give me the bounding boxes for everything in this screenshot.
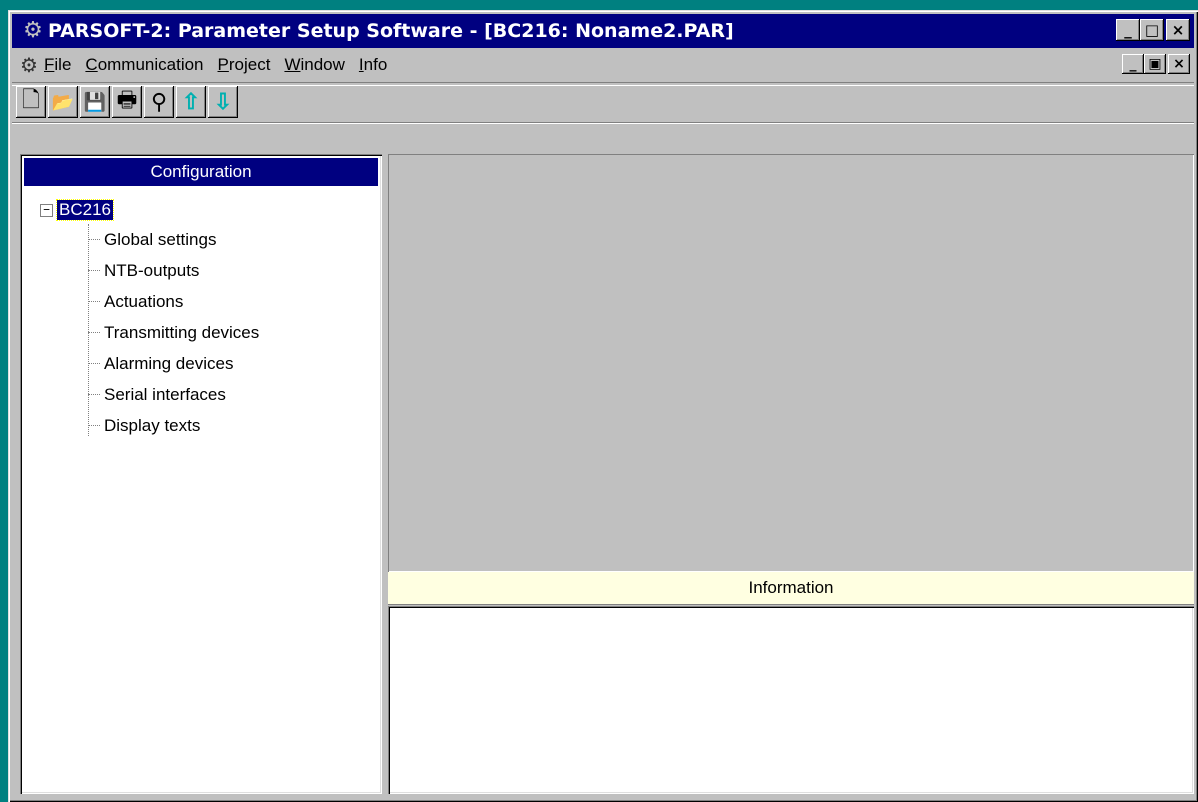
tree-root-label[interactable]: BC216 [56, 199, 114, 221]
configuration-tree[interactable]: − BC216 Global settings NTB-outputs Actu… [24, 194, 378, 790]
print-preview-button[interactable]: ⚲ [144, 86, 174, 118]
upload-button[interactable]: ⇧ [176, 86, 206, 118]
minimize-button[interactable]: _ [1116, 19, 1140, 41]
information-panel: Information [388, 572, 1194, 794]
workspace-area [388, 154, 1194, 572]
tree-item-global-settings[interactable]: Global settings [88, 224, 259, 255]
document-window-controls: _ ▣ × [1122, 54, 1190, 74]
title-bar[interactable]: ⚙ PARSOFT-2: Parameter Setup Software - … [12, 14, 1194, 48]
toolbar: 🗋 📂 💾 🖶 ⚲ ⇧ ⇩ [16, 86, 240, 118]
tree-item-actuations[interactable]: Actuations [88, 286, 259, 317]
window-controls: _ □ × [1116, 19, 1190, 41]
new-document-icon: 🗋 [22, 87, 40, 112]
open-file-button[interactable]: 📂 [48, 86, 78, 118]
document-gear-icon[interactable]: ⚙ [18, 53, 40, 78]
open-folder-icon: 📂 [51, 91, 75, 112]
desktop-background-top [0, 0, 1198, 10]
upload-arrow-icon: ⇧ [181, 89, 201, 114]
configuration-panel: Configuration − BC216 Global settings NT… [20, 154, 382, 794]
desktop-background-left [0, 0, 8, 802]
tree-item-alarming-devices[interactable]: Alarming devices [88, 348, 259, 379]
tree-root-item[interactable]: − BC216 [40, 199, 114, 221]
document-close-button[interactable]: × [1168, 54, 1190, 74]
print-icon: 🖶 [116, 87, 138, 112]
menu-project[interactable]: Project [218, 55, 271, 75]
configuration-header: Configuration [24, 158, 378, 186]
information-header: Information [388, 572, 1194, 605]
tree-children: Global settings NTB-outputs Actuations T… [88, 224, 259, 441]
close-button[interactable]: × [1166, 19, 1190, 41]
menu-file[interactable]: File [44, 55, 71, 75]
download-arrow-icon: ⇩ [213, 89, 233, 114]
menu-bar: ⚙ File Communication Project Window Info… [12, 50, 1194, 80]
menu-window[interactable]: Window [284, 55, 344, 75]
save-button[interactable]: 💾 [80, 86, 110, 118]
print-button[interactable]: 🖶 [112, 86, 142, 118]
document-minimize-button[interactable]: _ [1122, 54, 1144, 74]
download-button[interactable]: ⇩ [208, 86, 238, 118]
application-window: ⚙ PARSOFT-2: Parameter Setup Software - … [8, 10, 1198, 802]
maximize-button[interactable]: □ [1140, 19, 1164, 41]
preview-magnifier-icon: ⚲ [150, 89, 168, 114]
new-document-button[interactable]: 🗋 [16, 86, 46, 118]
tree-item-transmitting-devices[interactable]: Transmitting devices [88, 317, 259, 348]
app-gear-icon[interactable]: ⚙ [22, 20, 44, 42]
menu-info[interactable]: Info [359, 55, 387, 75]
toolbar-divider [12, 122, 1194, 124]
information-content[interactable] [388, 606, 1194, 794]
tree-item-serial-interfaces[interactable]: Serial interfaces [88, 379, 259, 410]
save-icon: 💾 [83, 91, 107, 112]
tree-item-display-texts[interactable]: Display texts [88, 410, 259, 441]
window-title: PARSOFT-2: Parameter Setup Software - [B… [48, 20, 734, 42]
collapse-toggle-icon[interactable]: − [40, 203, 53, 217]
menu-communication[interactable]: Communication [85, 55, 203, 75]
document-restore-button[interactable]: ▣ [1144, 54, 1166, 74]
tree-item-ntb-outputs[interactable]: NTB-outputs [88, 255, 259, 286]
